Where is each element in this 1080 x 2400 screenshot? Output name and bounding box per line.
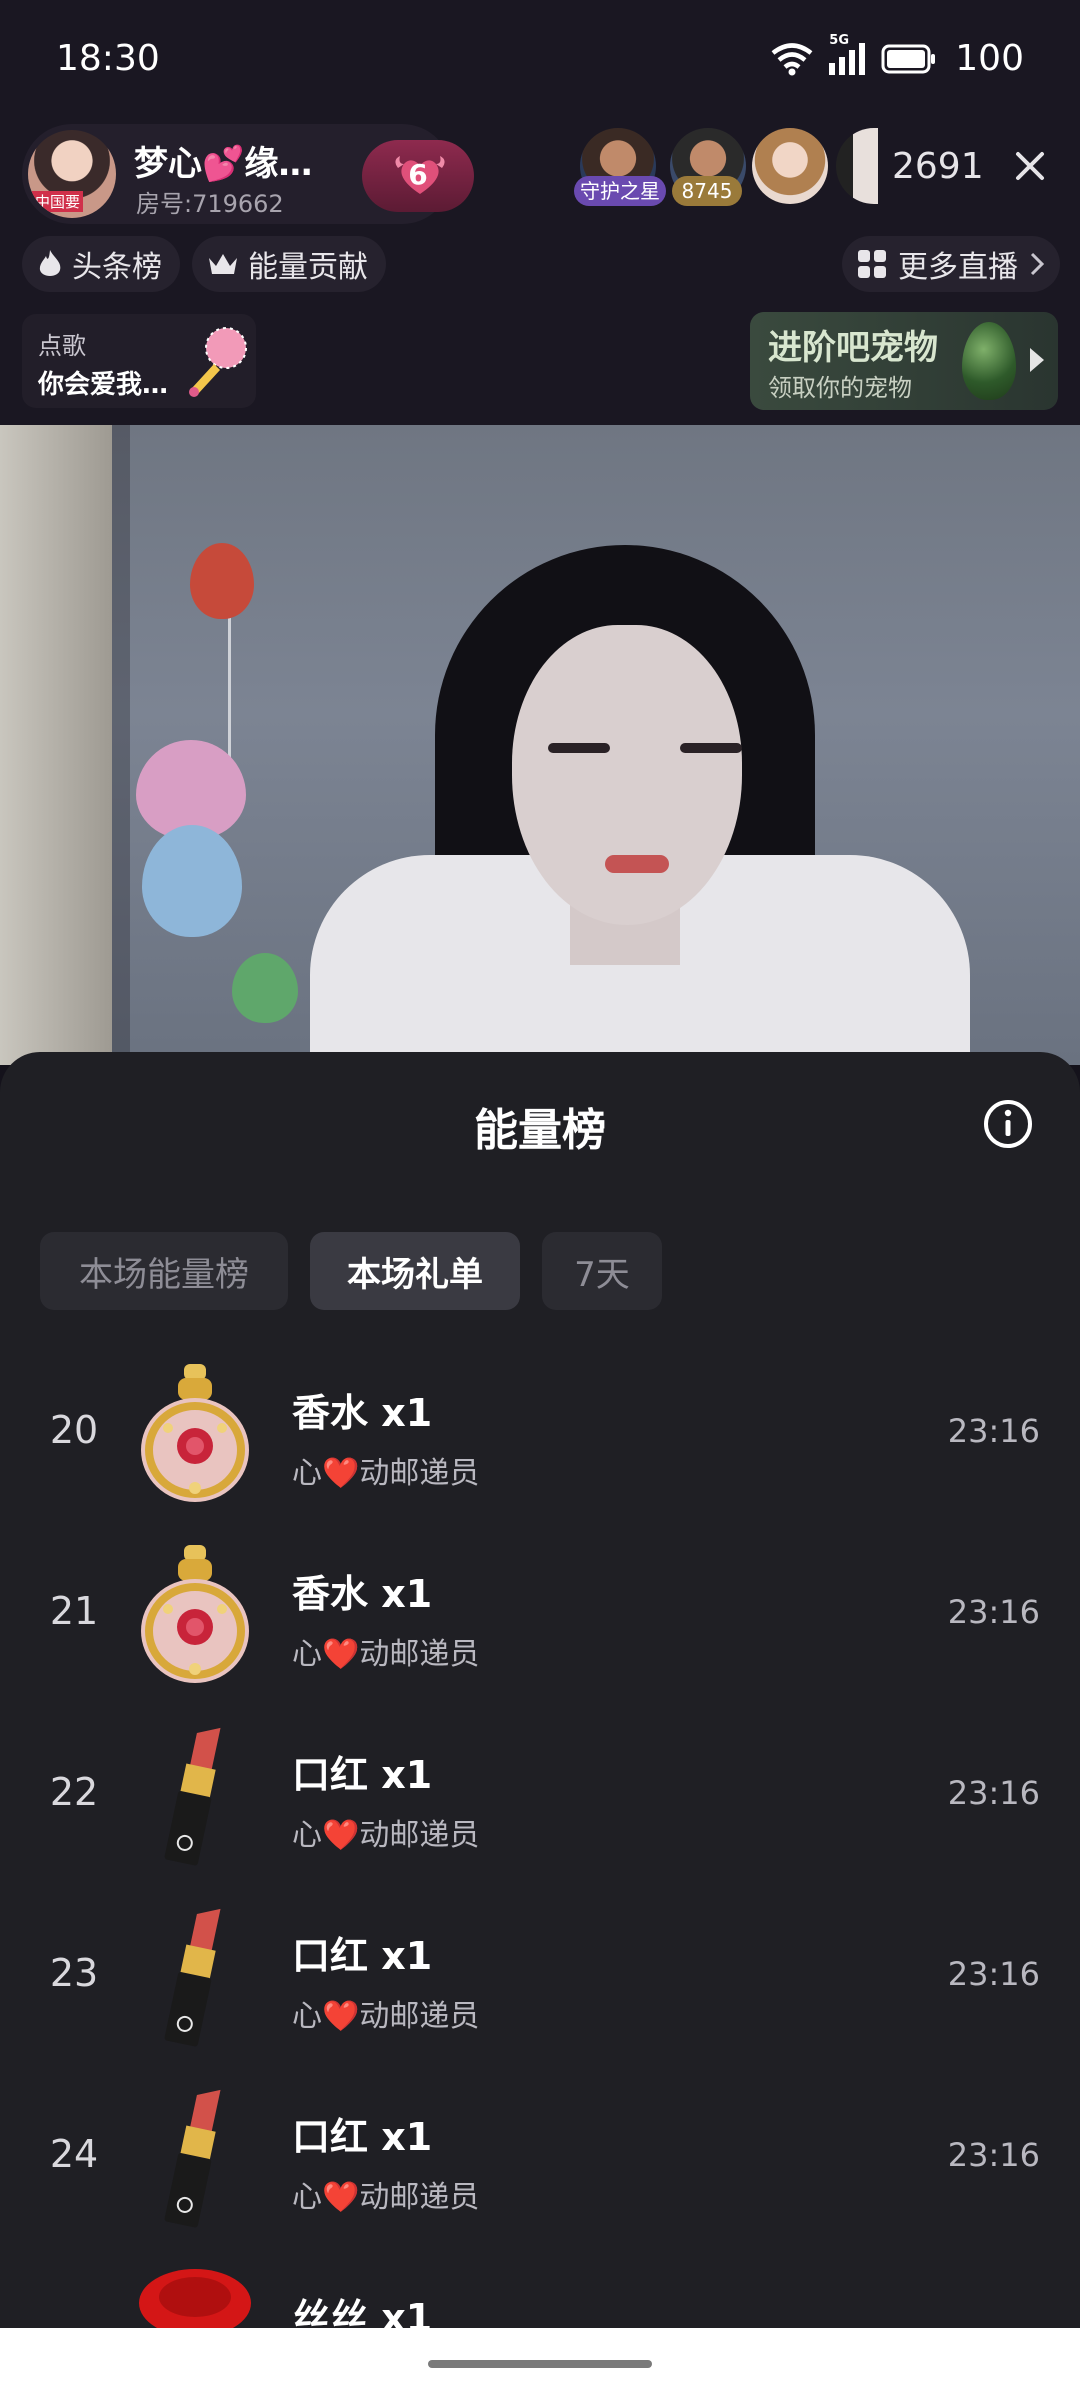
blue-balloon [142, 825, 242, 937]
lipstick-icon [164, 2089, 221, 2228]
gift-row[interactable]: 20 香水 x1 心❤️动邮递员 23:16 [0, 1352, 1080, 1532]
energy-rank-sheet: 能量榜 本场能量榜 本场礼单 7天 20 香水 x1 心❤️动邮递员 23:16… [0, 1052, 1080, 2328]
sheet-title: 能量榜 [474, 1105, 606, 1156]
home-gesture-bar[interactable] [428, 2360, 652, 2368]
gift-time: 23:16 [947, 1955, 1040, 1993]
more-live-label: 更多直播 [898, 250, 1018, 285]
streamer-eye-left [548, 743, 610, 753]
gift-row[interactable]: 21 香水 x1 心❤️动邮递员 23:16 [0, 1533, 1080, 1713]
rank-number: 22 [49, 1770, 99, 1814]
streamer-lips [605, 855, 669, 873]
more-live-button[interactable]: 更多直播 [842, 236, 1060, 292]
green-balloon [232, 953, 298, 1023]
status-time: 18:30 [56, 38, 160, 79]
song-request-label: 点歌 [38, 332, 86, 360]
chevron-right-icon [1030, 252, 1045, 276]
song-request-card[interactable]: 点歌 你会爱我… [22, 314, 256, 408]
sender-name: 心❤️动邮递员 [292, 1818, 480, 1853]
status-bar: 18:30 5G 100 [0, 0, 1080, 120]
play-arrow-icon [1030, 348, 1044, 372]
gift-time: 23:16 [947, 1774, 1040, 1812]
room-number: 房号:719662 [136, 190, 284, 218]
gift-time: 23:16 [947, 1412, 1040, 1450]
anchor-name: 梦心💕缘… [134, 144, 313, 184]
pet-egg-icon [962, 322, 1016, 400]
energy-contribution-button[interactable]: 能量贡献 [192, 236, 386, 292]
energy-contribution-label: 能量贡献 [248, 250, 368, 285]
viewer-avatar-3[interactable] [752, 128, 828, 204]
sender-name: 心❤️动邮递员 [292, 1637, 480, 1672]
headline-rank-label: 头条榜 [72, 250, 162, 285]
perfume-icon [141, 1364, 249, 1502]
gift-row[interactable]: 24 口红 x1 心❤️动邮递员 23:16 [0, 2076, 1080, 2256]
song-name: 你会爱我… [38, 370, 169, 400]
flame-icon [39, 250, 61, 276]
fan-club-badge[interactable]: 6 [362, 140, 474, 212]
sender-name: 心❤️动邮递员 [292, 1456, 480, 1491]
anchor-avatar[interactable]: 中国要 [28, 130, 116, 218]
rank-number: 23 [49, 1951, 99, 1995]
lipstick-icon [164, 1727, 221, 1866]
live-video[interactable] [0, 425, 1080, 1065]
pet-promo-card[interactable]: 进阶吧宠物 领取你的宠物 [750, 312, 1058, 410]
guardian-star-badge: 守护之星 [574, 176, 666, 206]
anchor-info[interactable]: 中国要 梦心💕缘… 房号:719662 6 [22, 124, 474, 224]
sender-name: 心❤️动邮递员 [292, 2180, 480, 2215]
viewer-count[interactable]: 2691 [892, 146, 984, 187]
sender-name: 心❤️动邮递员 [292, 1999, 480, 2034]
video-shadow [112, 425, 130, 1065]
gift-name: 香水 x1 [292, 1391, 433, 1435]
avatar-tag: 中国要 [32, 191, 84, 212]
grid-icon [858, 250, 886, 278]
wifi-icon [771, 42, 813, 75]
lipstick-icon [164, 1908, 221, 2047]
microphone-icon [189, 327, 247, 397]
streamer-eye-right [680, 743, 742, 753]
gift-row[interactable]: 丝丝 x1 [0, 2257, 1080, 2328]
streamer-face [512, 625, 742, 925]
battery-level: 100 [955, 38, 1024, 79]
battery-icon [881, 44, 936, 73]
gift-time: 23:16 [947, 1593, 1040, 1631]
live-header: 中国要 梦心💕缘… 房号:719662 6 守护之星 8745 2691 头条榜… [0, 120, 1080, 425]
perfume-icon [141, 1545, 249, 1683]
rank-number: 24 [49, 2132, 99, 2176]
headline-rank-button[interactable]: 头条榜 [22, 236, 180, 292]
gift-name: 口红 x1 [292, 2115, 433, 2159]
crown-icon [209, 254, 237, 274]
viewer-avatar-4[interactable] [836, 128, 878, 204]
pet-promo-subtitle: 领取你的宠物 [768, 374, 912, 402]
gift-name: 口红 x1 [292, 1934, 433, 1978]
viewer-level-badge: 8745 [672, 176, 742, 206]
fan-level: 6 [408, 158, 428, 191]
rank-number: 20 [49, 1408, 99, 1452]
close-icon[interactable] [1010, 146, 1050, 186]
tab-seven-days[interactable]: 7天 [542, 1232, 662, 1310]
video-curtain [0, 425, 112, 1065]
red-balloon [190, 543, 254, 619]
gift-row[interactable]: 23 口红 x1 心❤️动邮递员 23:16 [0, 1895, 1080, 2075]
info-icon[interactable] [982, 1098, 1034, 1150]
cellular-signal-icon: 5G [827, 33, 867, 77]
gift-time: 23:16 [947, 2136, 1040, 2174]
rank-number: 21 [49, 1589, 99, 1633]
gift-name: 口红 x1 [292, 1753, 433, 1797]
status-icons: 5G 100 [771, 33, 1024, 79]
rose-icon [139, 2269, 251, 2328]
navigation-gesture-area [0, 2328, 1080, 2400]
gift-row[interactable]: 22 口红 x1 心❤️动邮递员 23:16 [0, 1714, 1080, 1894]
tab-session-gifts[interactable]: 本场礼单 [310, 1232, 520, 1310]
gift-name: 香水 x1 [292, 1572, 433, 1616]
pet-promo-title: 进阶吧宠物 [768, 328, 938, 368]
tab-session-energy[interactable]: 本场能量榜 [40, 1232, 288, 1310]
gift-name: 丝丝 x1 [292, 2296, 433, 2328]
